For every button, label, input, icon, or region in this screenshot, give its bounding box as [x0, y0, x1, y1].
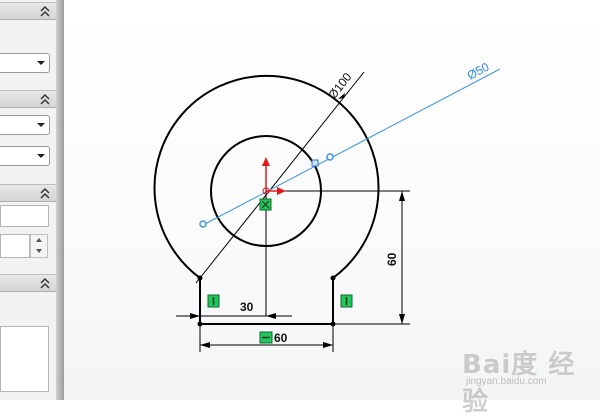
- outer-diameter-leader[interactable]: [195, 71, 365, 284]
- spinner-up-icon[interactable]: [36, 238, 42, 242]
- panel-section-2-header[interactable]: [0, 90, 56, 108]
- section-1-dropdown[interactable]: [0, 53, 50, 73]
- arrowhead: [399, 314, 405, 324]
- inner-diameter-label[interactable]: Ø50: [465, 59, 492, 82]
- double-chevron-up-icon[interactable]: [40, 93, 50, 105]
- double-chevron-up-icon[interactable]: [40, 277, 50, 289]
- watermark: Bai度 经验 jingyan.baidu.com: [458, 340, 598, 417]
- origin-icon[interactable]: [262, 157, 286, 195]
- chevron-down-icon: [37, 123, 45, 127]
- bottom-width-dimension-value[interactable]: 60: [274, 331, 288, 345]
- arrowhead: [266, 313, 276, 319]
- chevron-down-icon: [37, 61, 45, 65]
- double-chevron-up-icon[interactable]: [40, 187, 50, 199]
- endpoint[interactable]: [330, 275, 336, 281]
- construction-point[interactable]: [326, 153, 334, 161]
- section-2-dropdown-1[interactable]: [0, 115, 50, 135]
- panel-section-4-header[interactable]: [0, 274, 56, 292]
- watermark-url: jingyan.baidu.com: [466, 376, 547, 387]
- chevron-down-icon: [37, 154, 45, 158]
- height-dimension-value[interactable]: 60: [385, 252, 399, 266]
- outer-diameter-label[interactable]: Ø100: [325, 70, 354, 102]
- double-chevron-up-icon[interactable]: [40, 5, 50, 17]
- property-manager-panel: [0, 0, 56, 400]
- panel-section-3-header[interactable]: [0, 184, 56, 202]
- selected-point-handle[interactable]: [311, 159, 319, 167]
- panel-section-1-header[interactable]: [0, 2, 56, 20]
- section-3-text-field[interactable]: [0, 205, 49, 227]
- spinner-down-icon[interactable]: [36, 249, 42, 253]
- arrowhead: [200, 342, 210, 348]
- numeric-spinner[interactable]: [30, 234, 48, 258]
- construction-point[interactable]: [199, 220, 207, 228]
- section-2-dropdown-2[interactable]: [0, 146, 50, 166]
- section-3-numeric-field[interactable]: [0, 234, 30, 258]
- arrowhead: [399, 191, 405, 201]
- inner-diameter-leader[interactable]: [204, 68, 501, 225]
- arrowhead: [323, 342, 333, 348]
- arrowhead: [190, 313, 200, 319]
- panel-splitter[interactable]: [56, 0, 64, 400]
- section-4-list-box[interactable]: [0, 326, 49, 392]
- half-width-dimension-value[interactable]: 30: [240, 300, 254, 314]
